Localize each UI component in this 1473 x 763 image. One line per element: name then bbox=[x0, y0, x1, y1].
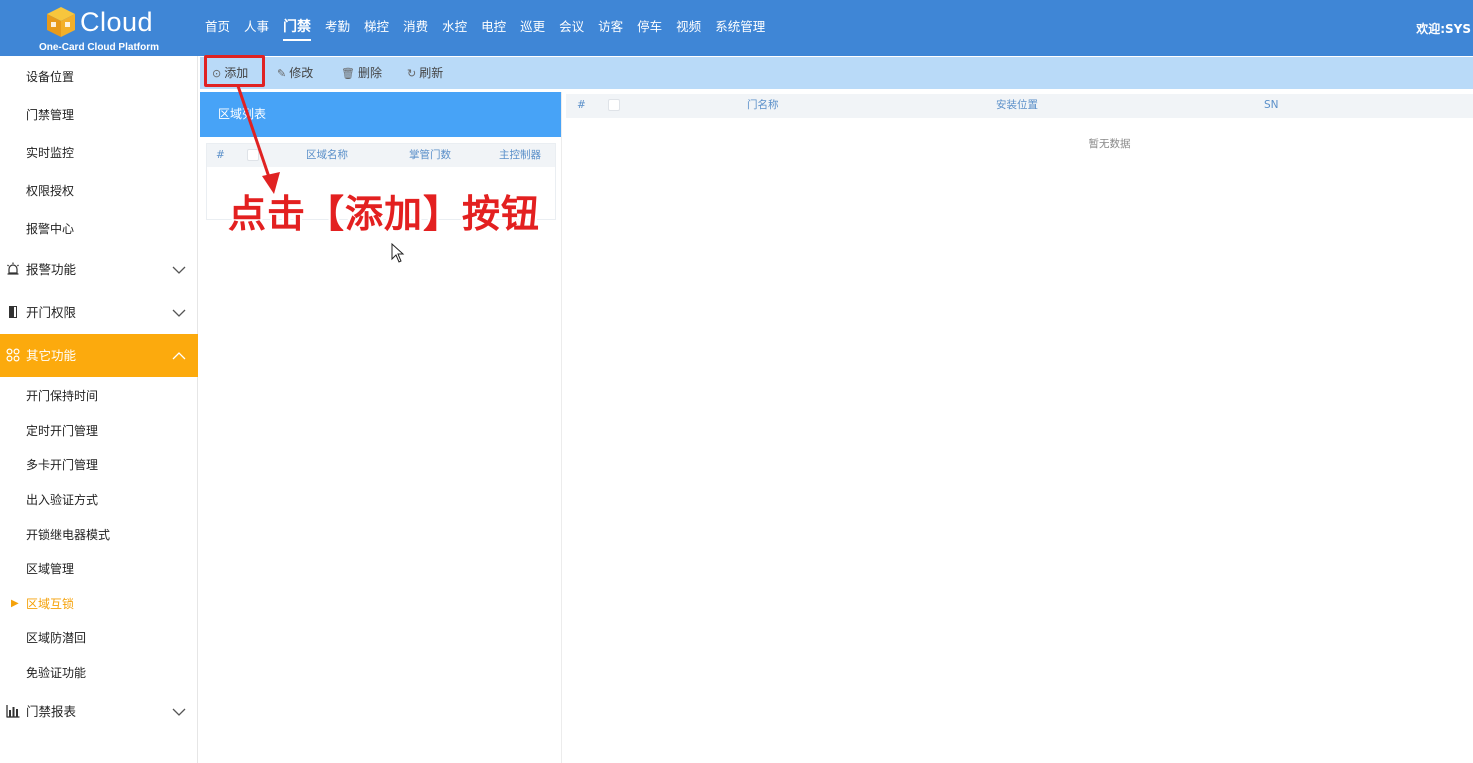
nav-electric[interactable]: 电控 bbox=[474, 0, 513, 56]
chevron-up-icon bbox=[172, 352, 186, 360]
sidebar-group-label: 开门权限 bbox=[26, 305, 77, 320]
sidebar-item-no-verify[interactable]: 免验证功能 bbox=[0, 656, 198, 690]
sidebar-group-label: 门禁报表 bbox=[26, 704, 77, 719]
refresh-button[interactable]: ↻ 刷新 bbox=[407, 57, 443, 89]
sidebar-item-area-management[interactable]: 区域管理 bbox=[0, 552, 198, 586]
nav-visitor[interactable]: 访客 bbox=[591, 0, 630, 56]
logo-text: Cloud bbox=[80, 7, 154, 37]
bar-chart-icon bbox=[6, 705, 20, 718]
top-header: Cloud One-Card Cloud Platform 首页 人事 门禁 考… bbox=[0, 0, 1473, 56]
nav-access-control[interactable]: 门禁 bbox=[276, 0, 318, 56]
mouse-cursor-icon bbox=[391, 243, 405, 263]
sidebar-item-area-interlock[interactable]: ▶ 区域互锁 bbox=[0, 587, 198, 621]
main-nav: 首页 人事 门禁 考勤 梯控 消费 水控 电控 巡更 会议 访客 停车 视频 系… bbox=[198, 0, 772, 56]
sidebar-item-verify-mode[interactable]: 出入验证方式 bbox=[0, 483, 198, 517]
logo[interactable]: Cloud One-Card Cloud Platform bbox=[39, 4, 170, 54]
door-table-header: # 门名称 安装位置 SN bbox=[566, 94, 1473, 118]
door-list-panel: # 门名称 安装位置 SN 暂无数据 bbox=[566, 92, 1473, 763]
sidebar-item-relay-mode[interactable]: 开锁继电器模式 bbox=[0, 518, 198, 552]
chevron-down-icon bbox=[172, 708, 186, 716]
nav-water[interactable]: 水控 bbox=[435, 0, 474, 56]
sidebar-item-alarm-center[interactable]: 报警中心 bbox=[0, 212, 198, 246]
add-button-highlight bbox=[204, 55, 265, 87]
sidebar-item-realtime-monitor[interactable]: 实时监控 bbox=[0, 136, 198, 170]
nav-attendance[interactable]: 考勤 bbox=[318, 0, 357, 56]
col-door-count[interactable]: 掌管门数 bbox=[409, 144, 451, 167]
col-index: # bbox=[577, 99, 586, 111]
nav-personnel[interactable]: 人事 bbox=[237, 0, 276, 56]
nav-system[interactable]: 系统管理 bbox=[708, 0, 772, 56]
door-icon bbox=[9, 306, 17, 318]
col-main-controller[interactable]: 主控制器 bbox=[499, 144, 541, 167]
nav-elevator[interactable]: 梯控 bbox=[357, 0, 396, 56]
col-index: # bbox=[216, 149, 225, 161]
annotation-arrow bbox=[236, 85, 280, 194]
nav-parking[interactable]: 停车 bbox=[630, 0, 669, 56]
sidebar-group-alarm[interactable]: 报警功能 bbox=[0, 248, 198, 291]
sidebar: 设备位置 门禁管理 实时监控 权限授权 报警中心 报警功能 开门权限 其它功能 bbox=[0, 56, 198, 763]
pencil-icon: ✎ bbox=[277, 67, 287, 80]
sidebar-group-reports[interactable]: 门禁报表 bbox=[0, 690, 198, 733]
sidebar-group-label: 其它功能 bbox=[26, 348, 77, 363]
logo-subtitle: One-Card Cloud Platform bbox=[38, 42, 159, 53]
sidebar-item-label: 区域互锁 bbox=[26, 597, 75, 611]
trash-icon: 🗑 bbox=[341, 67, 355, 80]
chevron-down-icon bbox=[172, 266, 186, 274]
nav-consumption[interactable]: 消费 bbox=[396, 0, 435, 56]
col-region-name[interactable]: 区域名称 bbox=[306, 144, 348, 167]
annotation-text: 点击【添加】按钮 bbox=[228, 192, 541, 236]
chevron-down-icon bbox=[172, 309, 186, 317]
cube-icon bbox=[47, 7, 75, 37]
sidebar-item-anti-passback[interactable]: 区域防潜回 bbox=[0, 621, 198, 655]
col-door-name[interactable]: 门名称 bbox=[747, 94, 779, 117]
sidebar-item-timed-open[interactable]: 定时开门管理 bbox=[0, 414, 198, 448]
sidebar-item-multi-card[interactable]: 多卡开门管理 bbox=[0, 448, 198, 482]
toolbar: ⊙ 添加 ✎ 修改 🗑 删除 ↻ 刷新 bbox=[200, 57, 1473, 89]
nav-meeting[interactable]: 会议 bbox=[552, 0, 591, 56]
caret-right-icon: ▶ bbox=[11, 598, 19, 609]
sidebar-group-other[interactable]: 其它功能 bbox=[0, 334, 198, 377]
nav-patrol[interactable]: 巡更 bbox=[513, 0, 552, 56]
nav-home[interactable]: 首页 bbox=[198, 0, 237, 56]
refresh-icon: ↻ bbox=[407, 67, 417, 80]
empty-state-text: 暂无数据 bbox=[1088, 138, 1131, 150]
col-sn[interactable]: SN bbox=[1264, 94, 1279, 117]
grid-icon bbox=[6, 348, 20, 362]
sidebar-item-permission-grant[interactable]: 权限授权 bbox=[0, 174, 198, 208]
sidebar-group-label: 报警功能 bbox=[26, 262, 77, 277]
sidebar-item-door-hold-time[interactable]: 开门保持时间 bbox=[0, 379, 198, 413]
nav-video[interactable]: 视频 bbox=[669, 0, 708, 56]
sidebar-item-door-management[interactable]: 门禁管理 bbox=[0, 98, 198, 132]
delete-button[interactable]: 🗑 删除 bbox=[341, 57, 382, 89]
sidebar-item-device-location[interactable]: 设备位置 bbox=[0, 60, 198, 94]
alarm-icon bbox=[7, 262, 19, 275]
welcome-user[interactable]: 欢迎:SYS bbox=[1416, 20, 1471, 37]
select-all-checkbox[interactable] bbox=[608, 99, 620, 111]
col-install-location[interactable]: 安装位置 bbox=[996, 94, 1038, 117]
sidebar-group-door-permission[interactable]: 开门权限 bbox=[0, 291, 198, 334]
